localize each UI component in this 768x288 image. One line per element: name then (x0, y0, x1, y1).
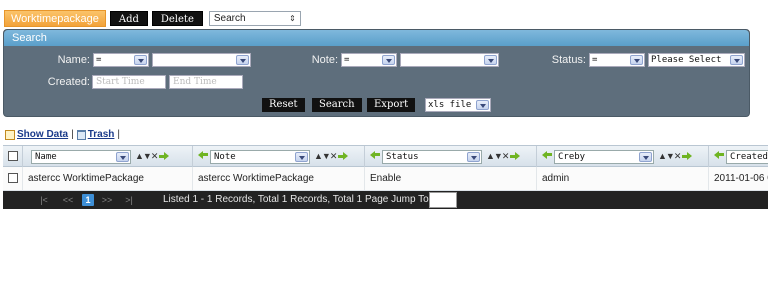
top-toolbar: Worktimepackage Add Delete Search ⇕ (4, 10, 301, 27)
name-operator-value: = (96, 55, 102, 65)
note-label: Note: (311, 54, 338, 66)
sort-remove-icons: ▲▼✕ (486, 151, 509, 161)
document-icon (5, 129, 15, 140)
cell-name: astercc WorktimePackage (22, 167, 192, 190)
tab-worktimepackage[interactable]: Worktimepackage (4, 10, 106, 27)
status-value: Please Select (651, 55, 722, 65)
column-controls[interactable]: ▲▼✕ (486, 151, 521, 162)
cell-created: 2011-01-06 0 (708, 167, 768, 190)
table-row[interactable]: astercc WorktimePackage astercc Worktime… (3, 167, 768, 191)
move-right-icon[interactable] (682, 152, 693, 161)
column-status-label: Status (386, 152, 419, 162)
name-label: Name: (57, 54, 90, 66)
column-controls[interactable]: ▲▼✕ (658, 151, 693, 162)
column-select-created[interactable]: Created (726, 150, 768, 164)
name-operator-select[interactable]: = (93, 53, 149, 67)
grid-header: Name ▲▼✕ Note ▲▼✕ Status ▲▼✕ Creby ▲▼✕ C… (3, 145, 768, 167)
move-left-icon[interactable] (198, 150, 208, 160)
prev-page-button[interactable]: << (61, 194, 75, 206)
trash-icon (76, 129, 86, 140)
reset-button[interactable]: Reset (262, 98, 305, 112)
move-left-icon[interactable] (370, 150, 380, 160)
search-toggle-select[interactable]: Search ⇕ (208, 11, 301, 26)
sort-remove-icons: ▲▼✕ (658, 151, 681, 161)
column-select-name[interactable]: Name (31, 150, 131, 164)
column-header-note: Note ▲▼✕ (192, 146, 364, 167)
data-grid: Name ▲▼✕ Note ▲▼✕ Status ▲▼✕ Creby ▲▼✕ C… (3, 145, 768, 209)
export-format-select[interactable]: xls file (425, 98, 491, 112)
column-note-label: Note (214, 152, 236, 162)
column-controls[interactable]: ▲▼✕ (135, 151, 170, 162)
move-left-icon[interactable] (542, 150, 552, 160)
search-button[interactable]: Search (312, 98, 362, 112)
add-button[interactable]: Add (109, 11, 148, 26)
export-format-value: xls file (428, 100, 472, 110)
status-value-select[interactable]: Please Select (648, 53, 745, 67)
pagination-bar: |< << 1 >> >| Listed 1 - 1 Records, Tota… (3, 191, 768, 209)
note-value-select[interactable] (400, 53, 499, 67)
chevron-down-icon (730, 55, 743, 65)
chevron-down-icon (295, 152, 308, 162)
chevron-down-icon (134, 55, 147, 65)
separator: | (71, 129, 74, 140)
search-panel: Search Name: = Note: = Status: = Please … (3, 29, 750, 117)
export-button[interactable]: Export (367, 98, 416, 112)
separator: | (117, 129, 121, 140)
delete-button[interactable]: Delete (151, 11, 203, 26)
current-page[interactable]: 1 (82, 194, 94, 206)
sort-remove-icons: ▲▼✕ (314, 151, 337, 161)
chevron-down-icon (639, 152, 652, 162)
status-operator-select[interactable]: = (589, 53, 645, 67)
start-time-input[interactable]: Start Time (92, 75, 166, 89)
column-header-status: Status ▲▼✕ (364, 146, 536, 167)
column-controls[interactable]: ▲▼✕ (314, 151, 349, 162)
created-label: Created: (47, 76, 90, 88)
next-page-button[interactable]: >> (100, 194, 114, 206)
first-page-button[interactable]: |< (39, 194, 49, 206)
chevron-down-icon (467, 152, 480, 162)
status-label: Status: (551, 54, 586, 66)
pagination-info: Listed 1 - 1 Records, Total 1 Records, T… (163, 194, 429, 205)
last-page-button[interactable]: >| (124, 194, 134, 206)
cell-note: astercc WorktimePackage (192, 167, 364, 190)
show-data-link[interactable]: Show Data (17, 129, 68, 140)
column-created-label: Created (730, 152, 768, 162)
search-toggle-label: Search (213, 13, 246, 24)
search-panel-title: Search (4, 30, 749, 46)
note-operator-select[interactable]: = (341, 53, 397, 67)
name-value-select[interactable] (152, 53, 251, 67)
move-left-icon[interactable] (714, 150, 724, 160)
chevron-down-icon (484, 55, 497, 65)
updown-icon: ⇕ (289, 14, 296, 23)
status-operator-value: = (592, 55, 598, 65)
chevron-down-icon (236, 55, 249, 65)
move-right-icon[interactable] (159, 152, 170, 161)
jump-to-page-input[interactable] (429, 192, 457, 208)
select-all-checkbox[interactable] (8, 151, 18, 161)
note-operator-value: = (344, 55, 350, 65)
chevron-down-icon (382, 55, 395, 65)
column-header-name: Name ▲▼✕ (22, 146, 192, 167)
trash-link[interactable]: Trash (88, 129, 115, 140)
cell-status: Enable (364, 167, 536, 190)
column-name-label: Name (35, 152, 57, 162)
column-select-note[interactable]: Note (210, 150, 310, 164)
move-right-icon[interactable] (510, 152, 521, 161)
column-select-status[interactable]: Status (382, 150, 482, 164)
row-checkbox[interactable] (8, 173, 18, 183)
chevron-down-icon (476, 100, 489, 110)
column-header-created: Created (708, 146, 768, 167)
chevron-down-icon (116, 152, 129, 162)
sort-remove-icons: ▲▼✕ (135, 151, 158, 161)
cell-creby: admin (536, 167, 708, 190)
column-select-creby[interactable]: Creby (554, 150, 654, 164)
list-links: Show Data | Trash | (5, 129, 123, 140)
chevron-down-icon (630, 55, 643, 65)
move-right-icon[interactable] (338, 152, 349, 161)
end-time-input[interactable]: End Time (169, 75, 243, 89)
column-creby-label: Creby (558, 152, 586, 162)
column-header-creby: Creby ▲▼✕ (536, 146, 708, 167)
